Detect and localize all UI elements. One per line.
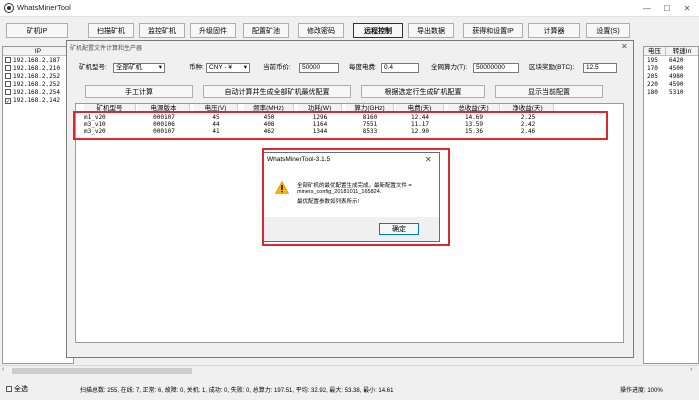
ip-address: 192.168.2.254 — [13, 89, 60, 96]
settings-button[interactable]: 设置(S) — [586, 23, 630, 38]
ip-address: 192.168.2.252 — [13, 81, 60, 88]
title-bar: WhatsMinerTool — ☐ ✕ — [0, 0, 699, 17]
row-checkbox[interactable] — [5, 65, 11, 71]
ip-address: 192.168.2.210 — [13, 65, 60, 72]
scan-summary: 扫描总数: 255, 在线: 7, 正常: 6, 故障: 0, 关机: 1, 成… — [80, 388, 394, 394]
fan-speed-cell: 4500 — [669, 65, 684, 72]
result-highlight-box — [73, 111, 608, 140]
ip-table-row[interactable]: 192.168.2.254 — [5, 89, 60, 97]
miner-stats-table: 电压 转速In 195 6420 170 4500 205 4980 220 4590 180 5… — [643, 46, 699, 364]
network-hashrate-input[interactable]: 50000000 — [473, 63, 519, 73]
row-checkbox[interactable] — [5, 73, 11, 79]
row-checkbox[interactable] — [5, 89, 11, 95]
scan-miners-button[interactable]: 扫描矿机 — [88, 23, 134, 38]
app-logo-icon — [4, 3, 14, 13]
ip-column-header[interactable]: IP — [3, 47, 73, 56]
ip-table-row[interactable]: 192.168.2.210 — [5, 65, 60, 73]
ip-table-row[interactable]: 192.168.2.252 — [5, 73, 60, 81]
power-cost-label: 每度电费: — [349, 64, 377, 71]
horizontal-scrollbar[interactable]: ‹ › — [0, 365, 699, 375]
coin-price-label: 当前币价: — [263, 64, 291, 71]
export-data-button[interactable]: 导出数据 — [408, 23, 454, 38]
network-hashrate-label: 全网算力(T): — [431, 64, 468, 71]
voltage-cell: 205 — [647, 73, 658, 80]
currency-label: 币种: — [189, 64, 204, 71]
select-all-checkbox[interactable]: 全选 — [6, 384, 28, 394]
ip-table-row[interactable]: 192.168.2.252 — [5, 81, 60, 89]
dialog-highlight-box — [262, 148, 450, 246]
config-window-title: 矿机配置文件计算和生产器 — [70, 46, 143, 52]
ip-table: IP 192.168.2.187 192.168.2.210 192.168.2.2… — [2, 46, 74, 364]
manual-calculate-button[interactable]: 手工计算 — [85, 85, 193, 98]
voltage-column-header[interactable]: 电压 — [644, 47, 666, 56]
fan-speed-cell: 6420 — [669, 57, 684, 64]
config-window-close-button[interactable]: ✕ — [621, 42, 628, 51]
minimize-button[interactable]: — — [640, 3, 654, 14]
coin-price-input[interactable]: 50000 — [299, 63, 339, 73]
get-set-ip-button[interactable]: 获得和设置IP — [463, 23, 523, 38]
block-reward-label: 区块奖励(BTC): — [529, 64, 575, 71]
calculator-button[interactable]: 计算器 — [528, 23, 580, 38]
chevron-down-icon: ▾ — [158, 64, 162, 71]
row-checkbox[interactable] — [5, 81, 11, 87]
ip-table-row[interactable]: ✓ 192.168.2.142 — [5, 97, 60, 105]
power-cost-input[interactable]: 0.4 — [381, 63, 419, 73]
operation-progress: 操作进度: 100% — [620, 388, 663, 394]
generate-selected-config-button[interactable]: 根据选定行生成矿机配置 — [361, 85, 485, 98]
scroll-right-icon[interactable]: › — [690, 366, 692, 373]
miner-ip-button[interactable]: 矿机IP — [6, 23, 68, 38]
upgrade-firmware-button[interactable]: 升级固件 — [190, 23, 236, 38]
ip-address: 192.168.2.187 — [13, 57, 60, 64]
currency-select[interactable]: CNY - ¥ ▾ — [206, 63, 250, 73]
remote-control-button[interactable]: 远程控制 — [353, 23, 403, 38]
block-reward-input[interactable]: 12.5 — [583, 63, 617, 73]
voltage-cell: 195 — [647, 57, 658, 64]
chevron-down-icon: ▾ — [243, 64, 247, 71]
row-checkbox[interactable]: ✓ — [5, 98, 11, 105]
voltage-cell: 220 — [647, 81, 658, 88]
scroll-left-icon[interactable]: ‹ — [2, 366, 4, 373]
voltage-cell: 170 — [647, 65, 658, 72]
show-current-config-button[interactable]: 显示当前配置 — [495, 85, 603, 98]
window-title: WhatsMinerTool — [17, 3, 71, 12]
fan-speed-cell: 5310 — [669, 89, 684, 96]
fan-speed-cell: 4980 — [669, 73, 684, 80]
change-password-button[interactable]: 修改密码 — [298, 23, 344, 38]
scrollbar-thumb[interactable] — [12, 368, 192, 374]
miner-type-label: 矿机型号: — [79, 64, 107, 71]
close-button[interactable]: ✕ — [680, 3, 694, 14]
auto-generate-config-button[interactable]: 自动计算并生成全部矿机最优配置 — [203, 85, 351, 98]
config-pool-button[interactable]: 配置矿池 — [243, 23, 289, 38]
fan-speed-column-header[interactable]: 转速In — [666, 47, 698, 56]
voltage-cell: 180 — [647, 89, 658, 96]
ip-address: 192.168.2.142 — [13, 97, 60, 104]
status-bar: 全选 扫描总数: 255, 在线: 7, 正常: 6, 故障: 0, 关机: 1… — [0, 380, 699, 400]
miner-type-select[interactable]: 全部矿机 ▾ — [113, 63, 165, 73]
fan-speed-cell: 4590 — [669, 81, 684, 88]
ip-address: 192.168.2.252 — [13, 73, 60, 80]
ip-table-row[interactable]: 192.168.2.187 — [5, 57, 60, 65]
monitor-miners-button[interactable]: 监控矿机 — [139, 23, 185, 38]
row-checkbox[interactable] — [5, 57, 11, 63]
maximize-button[interactable]: ☐ — [660, 3, 674, 14]
